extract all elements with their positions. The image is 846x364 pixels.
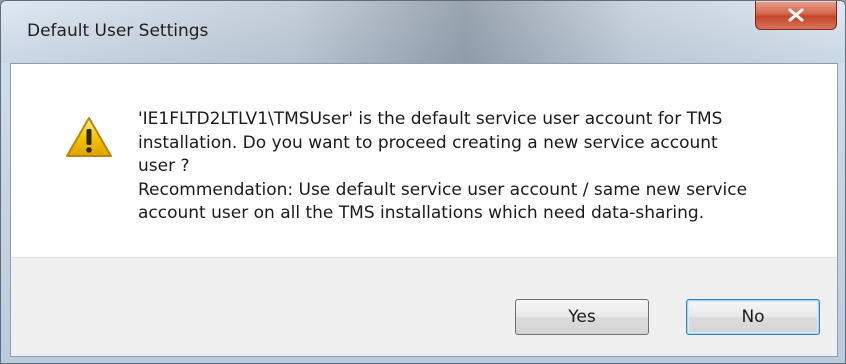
dialog-window: Default User Settings 'IE1FLTD2LTLV1\TMS… <box>0 0 846 364</box>
message-line: 'IE1FLTD2LTLV1\TMSUser' is the default s… <box>138 109 723 129</box>
title-bar[interactable]: Default User Settings <box>1 1 845 63</box>
message-line: Recommendation: Use default service user… <box>138 179 748 200</box>
message-text: 'IE1FLTD2LTLV1\TMSUser' is the default s… <box>138 108 818 226</box>
warning-icon <box>66 117 112 157</box>
message-line: user ? <box>138 156 190 176</box>
dialog-title: Default User Settings <box>27 21 209 41</box>
dialog-body: 'IE1FLTD2LTLV1\TMSUser' is the default s… <box>10 63 838 357</box>
message-line: account user on all the TMS installation… <box>138 203 705 223</box>
close-icon <box>788 8 804 22</box>
no-button[interactable]: No <box>686 299 820 335</box>
yes-button[interactable]: Yes <box>515 299 649 335</box>
message-line: installation. Do you want to proceed cre… <box>138 132 718 153</box>
button-bar: Yes No <box>11 257 837 356</box>
close-button[interactable] <box>755 1 837 30</box>
